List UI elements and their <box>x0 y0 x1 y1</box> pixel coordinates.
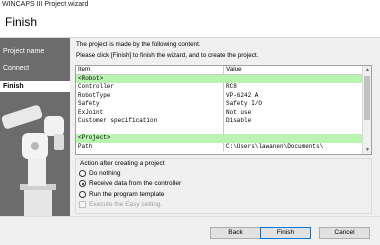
row-value: Safety I/O <box>226 100 263 107</box>
page-title: Finish <box>5 15 38 29</box>
checkbox-easy-setting <box>79 201 86 208</box>
row-item: <Robot> <box>78 74 104 82</box>
scroll-down-icon[interactable]: ▼ <box>365 147 370 153</box>
sidebar-item-project-name: Project name <box>3 48 45 55</box>
table-row[interactable]: ExJoint Not use <box>76 108 363 117</box>
radio-do-nothing[interactable] <box>79 170 86 177</box>
grid-header-row: Item Value <box>76 66 363 75</box>
scrollbar-thumb[interactable] <box>364 76 370 120</box>
window-title: WINCAPS III Project wizard <box>2 1 89 8</box>
wizard-sidebar: Project name Connect Finish <box>0 38 70 216</box>
row-item: Controller <box>78 83 115 90</box>
radio-receive-data[interactable] <box>79 180 86 187</box>
main-panel: The project is made by the following con… <box>70 38 380 216</box>
table-row[interactable]: Path C:\Users\lawanen\Documents\ <box>76 142 363 151</box>
description-line-2: Please click [Finish] to finish the wiza… <box>76 52 259 59</box>
summary-grid[interactable]: Item Value <Robot> Controller RC8 RobotT… <box>75 65 372 155</box>
table-row[interactable]: Customer specification Disable <box>76 117 363 126</box>
radio-run-template[interactable] <box>79 191 86 198</box>
column-header-value[interactable]: Value <box>226 66 242 75</box>
scroll-up-icon[interactable]: ▲ <box>365 67 370 73</box>
group-title: Action after creating a project <box>80 160 165 167</box>
action-after-create-group: Action after creating a project Do nothi… <box>75 158 372 214</box>
row-value: C:\Users\lawanen\Documents\ <box>226 142 324 150</box>
table-row[interactable]: <Project> <box>76 134 363 143</box>
wizard-footer: Back Finish Cancel <box>0 216 380 245</box>
table-row[interactable]: <Robot> <box>76 74 363 83</box>
cancel-button[interactable]: Cancel <box>319 227 370 239</box>
sidebar-item-connect: Connect <box>3 65 30 72</box>
option-label[interactable]: Run the program template <box>89 191 165 198</box>
row-item: ExJoint <box>78 108 104 116</box>
row-value: VP-6242 A <box>226 91 259 99</box>
option-label[interactable]: Do nothing <box>89 170 120 177</box>
row-item: <Project> <box>78 134 111 141</box>
option-label[interactable]: Receive data from the controller <box>89 180 181 187</box>
table-row[interactable]: RobotType VP-6242 A <box>76 91 363 100</box>
back-button[interactable]: Back <box>210 227 261 239</box>
column-header-item[interactable]: Item <box>78 66 90 75</box>
row-item: Path <box>78 142 93 150</box>
finish-button[interactable]: Finish <box>260 227 311 239</box>
vertical-scrollbar[interactable]: ▲ ▼ <box>362 66 371 154</box>
description-line-1: The project is made by the following con… <box>76 41 201 48</box>
table-row[interactable] <box>76 125 363 134</box>
title-bar: WINCAPS III Project wizard <box>0 0 380 11</box>
option-label: Execute the Easy setting. <box>89 201 163 208</box>
wizard-header: Finish <box>0 11 380 38</box>
row-value: Disable <box>226 117 252 124</box>
row-value: Not use <box>226 108 252 116</box>
row-item: Customer specification <box>78 117 158 124</box>
row-item: RobotType <box>78 91 111 99</box>
row-value: RC8 <box>226 83 237 90</box>
sidebar-item-finish: Finish <box>3 83 24 90</box>
table-row[interactable]: Controller RC8 <box>76 83 363 92</box>
row-item: Safety <box>78 100 100 107</box>
table-row[interactable]: Safety Safety I/O <box>76 100 363 109</box>
